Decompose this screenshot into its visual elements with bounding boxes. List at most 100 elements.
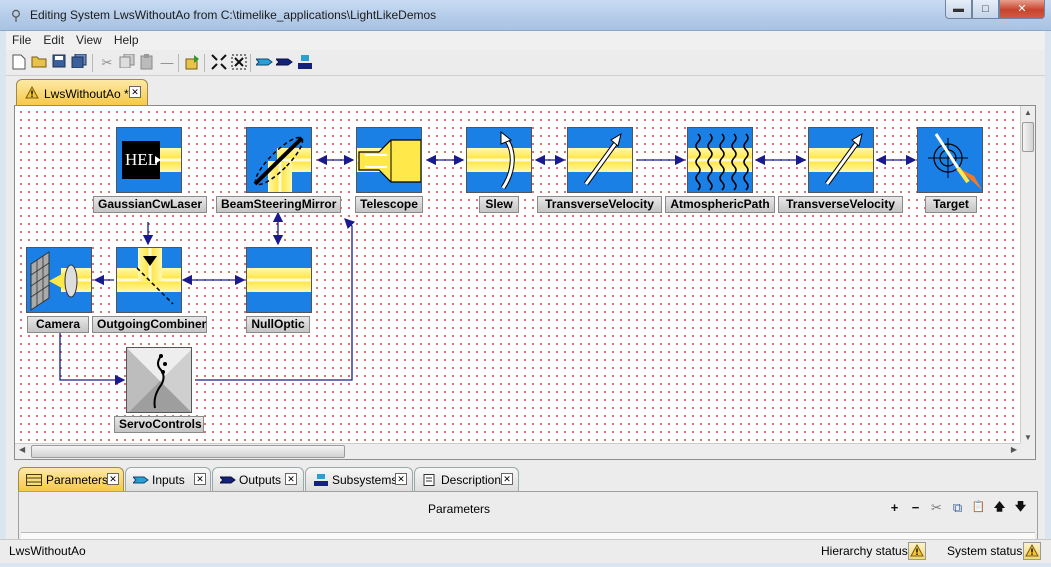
servo-controls-icon — [126, 347, 192, 413]
vertical-scrollbar[interactable]: ▲ ▼ — [1020, 106, 1035, 444]
cut-icon[interactable]: ✂ — [98, 54, 116, 72]
expand-icon[interactable] — [230, 54, 248, 72]
scroll-down-icon[interactable]: ▼ — [1021, 433, 1035, 442]
copy-icon[interactable] — [118, 53, 136, 72]
description-icon — [423, 474, 435, 486]
status-bar: LwsWithoutAo Hierarchy status: System st… — [0, 539, 1051, 563]
tab-parameters[interactable]: Parameters ✕ — [18, 467, 124, 491]
block-transverse-velocity[interactable] — [808, 127, 874, 193]
subsystem-icon[interactable] — [296, 54, 314, 72]
system-warning-icon[interactable] — [1023, 542, 1041, 560]
connector — [59, 332, 126, 386]
block-gaussian-cw-laser[interactable]: HEL — [116, 127, 182, 193]
tab-description[interactable]: Description ✕ — [414, 467, 519, 491]
block-label-null-optic: NullOptic — [246, 316, 310, 333]
block-label-outgoing-combiner: OutgoingCombiner — [92, 316, 207, 333]
move-up-button[interactable]: 🡅 — [991, 499, 1008, 516]
hierarchy-warning-icon[interactable] — [908, 542, 926, 560]
toolbar: ✂ — — [6, 50, 1045, 76]
paste-icon[interactable] — [138, 54, 156, 72]
beam-combiner-icon — [116, 247, 182, 313]
block-label-slew: Slew — [479, 196, 519, 213]
hierarchy-status-label: Hierarchy status: — [821, 544, 912, 558]
export-icon[interactable] — [184, 54, 202, 72]
scroll-corner — [1020, 443, 1035, 459]
minimize-button[interactable]: ▬ — [945, 0, 972, 19]
system-status-label: System status: — [947, 544, 1026, 558]
save-all-icon[interactable] — [70, 53, 88, 72]
block-label-transverse-velocity: TransverseVelocity — [537, 196, 662, 213]
tab-subsystems-label: Subsystems — [332, 473, 398, 487]
delete-icon[interactable]: — — [158, 54, 176, 72]
new-file-icon[interactable] — [10, 54, 28, 72]
output-arrow-icon — [220, 476, 236, 484]
menu-file[interactable]: File — [6, 31, 37, 50]
save-icon[interactable] — [50, 54, 68, 72]
block-transverse-velocity[interactable] — [567, 127, 633, 193]
tab-parameters-label: Parameters — [46, 473, 109, 487]
collapse-icon[interactable] — [210, 54, 228, 72]
scroll-thumb[interactable] — [31, 445, 345, 458]
tab-outputs[interactable]: Outputs ✕ — [212, 467, 304, 491]
cut-parameter-button[interactable]: ✂ — [928, 499, 945, 516]
close-tab-button[interactable]: ✕ — [194, 473, 206, 485]
app-icon: ⚲ — [10, 7, 22, 23]
tab-inputs[interactable]: Inputs ✕ — [125, 467, 211, 491]
block-label-atmospheric-path: AtmosphericPath — [665, 196, 775, 213]
paste-parameter-button[interactable]: 📋 — [970, 499, 987, 516]
scroll-right-icon[interactable]: ▶ — [1011, 445, 1017, 454]
tab-outputs-label: Outputs — [239, 473, 282, 487]
close-tab-button[interactable]: ✕ — [129, 86, 141, 98]
menu-help[interactable]: Help — [108, 31, 145, 50]
block-label-transverse-velocity: TransverseVelocity — [778, 196, 903, 213]
block-target[interactable] — [917, 127, 983, 193]
block-telescope[interactable] — [356, 127, 422, 193]
output-port-icon[interactable] — [274, 54, 294, 72]
close-window-button[interactable]: ✕ — [999, 0, 1045, 19]
scroll-left-icon[interactable]: ◀ — [19, 445, 25, 454]
block-beam-steering-mirror[interactable] — [246, 127, 312, 193]
atmospheric-path-icon — [687, 127, 753, 193]
block-label-telescope: Telescope — [355, 196, 423, 213]
close-tab-button[interactable]: ✕ — [501, 473, 513, 485]
open-folder-icon[interactable] — [30, 54, 48, 72]
panel-tabs: Parameters ✕ Inputs ✕ Outputs ✕ Subsyste… — [18, 467, 1038, 491]
close-tab-button[interactable]: ✕ — [395, 473, 407, 485]
scroll-up-icon[interactable]: ▲ — [1021, 108, 1035, 117]
block-outgoing-combiner[interactable] — [116, 247, 182, 313]
parameters-panel: Parameters + − ✂ ⧉ 📋 🡅 🡇 — [18, 491, 1038, 541]
tab-inputs-label: Inputs — [152, 473, 185, 487]
menu-edit[interactable]: Edit — [37, 31, 70, 50]
move-down-button[interactable]: 🡇 — [1012, 499, 1029, 516]
block-label-servo-controls: ServoControls — [114, 416, 204, 433]
slew-icon — [466, 127, 532, 193]
block-atmospheric-path[interactable] — [687, 127, 753, 193]
add-parameter-button[interactable]: + — [886, 499, 903, 516]
target-icon — [917, 127, 983, 193]
close-tab-button[interactable]: ✕ — [107, 473, 119, 485]
tab-subsystems[interactable]: Subsystems ✕ — [305, 467, 413, 491]
steering-mirror-icon — [246, 127, 312, 193]
block-servo-controls[interactable] — [126, 347, 192, 413]
scroll-thumb[interactable] — [1022, 122, 1034, 152]
horizontal-scrollbar[interactable]: ◀ ▶ — [15, 443, 1021, 459]
menu-view[interactable]: View — [70, 31, 108, 50]
document-tab[interactable]: LwsWithoutAo * ✕ — [16, 79, 148, 105]
maximize-button[interactable]: □ — [972, 0, 999, 19]
null-optic-icon — [246, 247, 312, 313]
block-camera[interactable] — [26, 247, 92, 313]
input-port-icon[interactable] — [254, 54, 274, 72]
block-slew[interactable] — [466, 127, 532, 193]
close-tab-button[interactable]: ✕ — [285, 473, 297, 485]
subsystem-icon — [314, 474, 328, 486]
status-system-name: LwsWithoutAo — [9, 544, 86, 558]
copy-parameter-button[interactable]: ⧉ — [949, 499, 966, 516]
remove-parameter-button[interactable]: − — [907, 499, 924, 516]
title-bar: ⚲ Editing System LwsWithoutAo from C:\ti… — [0, 0, 1051, 31]
block-null-optic[interactable] — [246, 247, 312, 313]
table-icon — [26, 474, 42, 486]
laser-source-icon: HEL — [116, 127, 182, 193]
diagram-canvas-frame: HEL GaussianCwLaser BeamSteeringMirror T… — [14, 105, 1036, 460]
parameters-toolbar: + − ✂ ⧉ 📋 🡅 🡇 — [886, 499, 1029, 516]
diagram-canvas[interactable]: HEL GaussianCwLaser BeamSteeringMirror T… — [15, 106, 1021, 444]
